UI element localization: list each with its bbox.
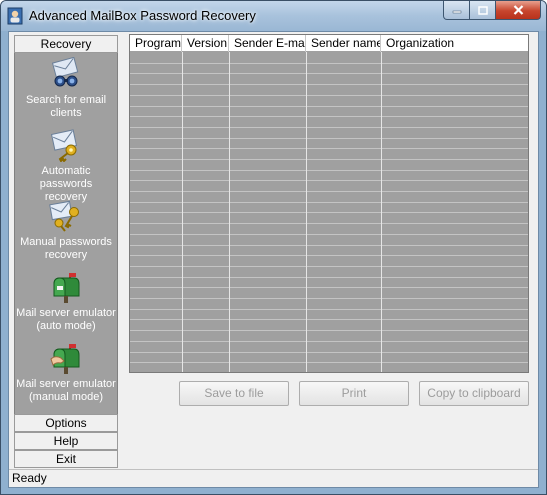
grid-row-line: [130, 106, 528, 107]
sidebar-item-emulator-manual[interactable]: Mail server emulator (manual mode): [15, 341, 117, 404]
grid-row-line: [130, 73, 528, 74]
column-header-program[interactable]: Program: [130, 35, 182, 52]
window-title: Advanced MailBox Password Recovery: [29, 8, 256, 23]
sidebar: Recovery Search for email clients Automa…: [14, 35, 118, 468]
maximize-button[interactable]: [470, 1, 496, 20]
grid-row-line: [130, 159, 528, 160]
save-to-file-button[interactable]: Save to file: [179, 381, 289, 406]
grid-row-line: [130, 116, 528, 117]
mailbox-hand-icon: [50, 344, 80, 374]
sidebar-item-label: Search for email: [25, 94, 107, 106]
maximize-icon: [477, 5, 488, 15]
recovery-tab-label: Recovery: [40, 37, 92, 51]
column-header-sender-email[interactable]: Sender E-mail: [229, 35, 306, 52]
close-button[interactable]: [496, 1, 541, 20]
sidebar-item-emulator-auto[interactable]: Mail server emulator (auto mode): [15, 270, 117, 333]
grid-row-line: [130, 95, 528, 96]
minimize-button[interactable]: [443, 1, 470, 20]
close-icon: [513, 5, 523, 15]
column-header-version[interactable]: Version: [182, 35, 229, 52]
sidebar-item-label: Mail server emulator: [16, 378, 116, 390]
grid-row-line: [130, 287, 528, 288]
column-header-organization[interactable]: Organization: [381, 35, 528, 52]
recovery-tab[interactable]: Recovery: [14, 35, 118, 53]
column-header-sender-name[interactable]: Sender name: [306, 35, 381, 52]
grid-row-line: [130, 341, 528, 342]
grid-row-line: [130, 277, 528, 278]
grid-row-line: [130, 223, 528, 224]
main-window: Advanced MailBox Password Recovery Recov…: [0, 0, 547, 495]
status-text: Ready: [12, 471, 47, 485]
sidebar-item-label: Automatic passwords: [39, 165, 93, 190]
grid-row-line: [130, 298, 528, 299]
copy-to-clipboard-button[interactable]: Copy to clipboard: [419, 381, 529, 406]
mailbox-icon: [53, 273, 80, 303]
help-tab-label: Help: [53, 434, 79, 448]
grid-row-line: [130, 202, 528, 203]
options-tab-label: Options: [45, 416, 87, 430]
grid-column-line: [182, 52, 183, 372]
client-area: Recovery Search for email clients Automa…: [8, 31, 539, 488]
grid-row-line: [130, 63, 528, 64]
grid-row-line: [130, 319, 528, 320]
sidebar-item-label: (auto mode): [36, 320, 96, 332]
grid-row-line: [130, 234, 528, 235]
table-body: [130, 52, 528, 372]
grid-row-line: [130, 84, 528, 85]
table-header: Program Version Sender E-mail Sender nam…: [130, 35, 528, 52]
status-bar: Ready: [9, 469, 538, 487]
grid-row-line: [130, 266, 528, 267]
print-button[interactable]: Print: [299, 381, 409, 406]
title-bar[interactable]: Advanced MailBox Password Recovery: [1, 1, 546, 31]
sidebar-item-label: Mail server emulator: [16, 307, 116, 319]
grid-row-line: [130, 362, 528, 363]
grid-row-line: [130, 148, 528, 149]
grid-row-line: [130, 127, 528, 128]
grid-row-line: [130, 330, 528, 331]
grid-row-line: [130, 309, 528, 310]
grid-row-line: [130, 245, 528, 246]
sidebar-item-auto-recovery[interactable]: Automatic passwords recovery: [15, 128, 117, 204]
sidebar-item-label: clients: [50, 107, 82, 119]
sidebar-item-label: recovery: [44, 249, 88, 261]
grid-row-line: [130, 212, 528, 213]
sidebar-item-search-clients[interactable]: Search for email clients: [15, 57, 117, 120]
grid-column-line: [306, 52, 307, 372]
results-table[interactable]: Program Version Sender E-mail Sender nam…: [129, 34, 529, 373]
envelope-keys-icon: [49, 200, 79, 232]
exit-tab-label: Exit: [55, 452, 76, 466]
grid-row-line: [130, 255, 528, 256]
sidebar-item-label: Manual passwords: [20, 236, 112, 248]
recovery-panel: Search for email clients Automatic passw…: [14, 53, 118, 414]
grid-row-line: [130, 180, 528, 181]
options-tab[interactable]: Options: [14, 414, 118, 432]
search-envelopes-icon: [51, 57, 79, 87]
minimize-icon: [452, 10, 461, 14]
grid-column-line: [229, 52, 230, 372]
grid-row-line: [130, 352, 528, 353]
exit-tab[interactable]: Exit: [14, 450, 118, 468]
user-key-icon: [7, 7, 23, 25]
grid-row-line: [130, 191, 528, 192]
grid-column-line: [381, 52, 382, 372]
grid-row-line: [130, 138, 528, 139]
sidebar-item-manual-recovery[interactable]: Manual passwords recovery: [15, 199, 117, 262]
grid-row-line: [130, 170, 528, 171]
sidebar-item-label: (manual mode): [29, 391, 103, 403]
envelope-key-icon: [50, 129, 78, 162]
help-tab[interactable]: Help: [14, 432, 118, 450]
